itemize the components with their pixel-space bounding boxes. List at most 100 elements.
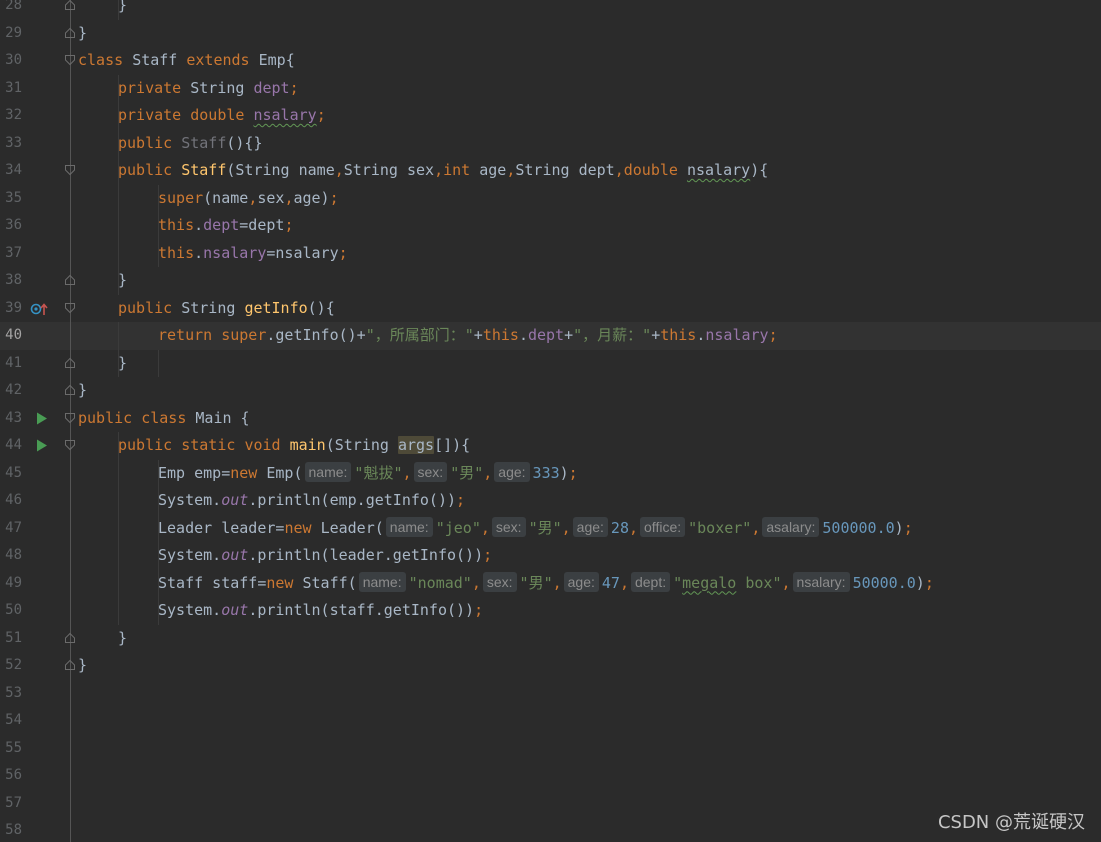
code-line[interactable]: 37 this.nsalary=nsalary; xyxy=(0,240,1101,268)
code-line[interactable]: 50 System.out.println(staff.getInfo()); xyxy=(0,597,1101,625)
code-token: private xyxy=(118,106,191,124)
code-line[interactable]: 57 xyxy=(0,790,1101,818)
code-text: public String getInfo(){ xyxy=(118,295,335,323)
code-token: args xyxy=(397,436,435,454)
code-token: public xyxy=(118,436,182,454)
code-token: nsalary xyxy=(253,106,317,124)
code-token: ; xyxy=(768,326,778,344)
fold-end-icon[interactable] xyxy=(64,274,76,286)
code-token: public xyxy=(118,161,182,179)
code-line[interactable]: 40 return super.getInfo()+"，所属部门："+this.d… xyxy=(0,322,1101,350)
code-line[interactable]: 51} xyxy=(0,625,1101,653)
line-number: 41 xyxy=(5,354,22,371)
code-line[interactable]: 54 xyxy=(0,707,1101,735)
code-token: nsalary xyxy=(203,243,267,262)
line-number: 45 xyxy=(5,464,22,481)
code-token: ; xyxy=(329,188,339,207)
code-line[interactable]: 55 xyxy=(0,735,1101,763)
code-token: ; xyxy=(456,491,466,509)
code-line[interactable]: 48 System.out.println(leader.getInfo()); xyxy=(0,542,1101,570)
fold-collapse-icon[interactable] xyxy=(64,54,76,66)
code-token: out xyxy=(221,491,249,509)
code-token: class xyxy=(141,408,196,427)
code-token: int xyxy=(443,161,480,179)
code-token: } xyxy=(118,271,128,289)
fold-end-icon[interactable] xyxy=(64,384,76,396)
code-line[interactable]: 36 this.dept=dept; xyxy=(0,212,1101,240)
parameter-hint: sex: xyxy=(491,516,526,537)
fold-collapse-icon[interactable] xyxy=(64,439,76,451)
code-text: super(name,sex,age); xyxy=(158,185,339,213)
fold-end-icon[interactable] xyxy=(64,632,76,644)
code-token: ; xyxy=(924,573,934,592)
code-token: .println(staff.getInfo()) xyxy=(248,601,475,619)
line-number: 56 xyxy=(5,767,22,783)
code-line[interactable]: 46 System.out.println(emp.getInfo()); xyxy=(0,487,1101,515)
code-token: 28 xyxy=(610,518,629,537)
parameter-hint: dept: xyxy=(630,571,671,592)
code-text: } xyxy=(118,0,127,20)
code-text: Leader leader=new Leader(name: "jeo", sex:… xyxy=(158,515,913,543)
code-token: new xyxy=(266,573,303,592)
code-line[interactable]: 45 Emp emp=new Emp(name: "魁拔", sex: "男", age:… xyxy=(0,460,1101,488)
code-line[interactable]: 39 public String getInfo(){ xyxy=(0,295,1101,323)
fold-end-icon[interactable] xyxy=(64,659,76,671)
code-line[interactable]: 31 private String dept; xyxy=(0,75,1101,103)
code-text: class Staff extends Emp{ xyxy=(78,47,295,75)
fold-end-icon[interactable] xyxy=(64,27,76,39)
code-token: ; xyxy=(903,518,913,537)
code-line[interactable]: 35 super(name,sex,age); xyxy=(0,185,1101,213)
code-line[interactable]: 42} xyxy=(0,377,1101,405)
code-line[interactable]: 44 public static void main(String args[])… xyxy=(0,432,1101,460)
code-line[interactable]: 58 xyxy=(0,817,1101,842)
parameter-hint: asalary: xyxy=(762,516,820,537)
code-line[interactable]: 53 xyxy=(0,680,1101,708)
code-line[interactable]: 52} xyxy=(0,652,1101,680)
code-line[interactable]: 32 private double nsalary; xyxy=(0,102,1101,130)
code-editor[interactable]: 28} 29} 30 class Staff extends Emp{31 privat… xyxy=(0,0,1101,842)
code-token: dept xyxy=(527,326,565,344)
parameter-hint: name: xyxy=(385,516,433,537)
fold-collapse-icon[interactable] xyxy=(64,302,76,314)
code-text: } xyxy=(78,652,87,680)
code-text: } xyxy=(118,350,127,378)
code-token: this xyxy=(482,326,519,344)
code-token: "男" xyxy=(528,518,562,537)
code-token: , xyxy=(751,518,761,537)
code-token: 500000.0 xyxy=(822,518,895,537)
code-token: this xyxy=(158,216,195,234)
run-gutter-icon[interactable] xyxy=(36,412,48,425)
code-token: , xyxy=(552,573,562,592)
code-token: } xyxy=(78,23,88,42)
code-line[interactable]: 29} xyxy=(0,20,1101,48)
code-token: out xyxy=(221,601,249,619)
code-token: Staff xyxy=(181,133,227,152)
code-token: class xyxy=(78,51,133,69)
code-line[interactable]: 41} xyxy=(0,350,1101,378)
fold-collapse-icon[interactable] xyxy=(64,412,76,424)
code-text: Staff staff=new Staff(name: "nomad", sex: "… xyxy=(158,570,934,598)
code-line[interactable]: 30 class Staff extends Emp{ xyxy=(0,47,1101,75)
code-token: super xyxy=(158,188,204,207)
code-line[interactable]: 33 public Staff(){} xyxy=(0,130,1101,158)
code-line[interactable]: 34 public Staff(String name,String sex,in… xyxy=(0,157,1101,185)
code-line[interactable]: 43 public class Main { xyxy=(0,405,1101,433)
overrides-method-icon[interactable] xyxy=(30,302,50,316)
code-token: , xyxy=(483,463,493,482)
code-text: this.dept=dept; xyxy=(158,212,293,240)
code-token: System. xyxy=(158,491,222,509)
code-token: .getInfo()+ xyxy=(266,326,366,344)
code-text: System.out.println(staff.getInfo()); xyxy=(158,597,483,625)
fold-end-icon[interactable] xyxy=(64,0,76,11)
code-token: Emp( xyxy=(266,463,303,482)
code-line[interactable]: 38} xyxy=(0,267,1101,295)
run-gutter-icon[interactable] xyxy=(36,439,48,452)
code-line[interactable]: 28} xyxy=(0,0,1101,20)
code-token: , xyxy=(480,518,490,537)
code-line[interactable]: 49 Staff staff=new Staff(name: "nomad", sex… xyxy=(0,570,1101,598)
code-line[interactable]: 56 xyxy=(0,762,1101,790)
code-line[interactable]: 47 Leader leader=new Leader(name: "jeo", se… xyxy=(0,515,1101,543)
fold-collapse-icon[interactable] xyxy=(64,164,76,176)
code-token: String dept xyxy=(515,161,615,179)
fold-end-icon[interactable] xyxy=(64,357,76,369)
